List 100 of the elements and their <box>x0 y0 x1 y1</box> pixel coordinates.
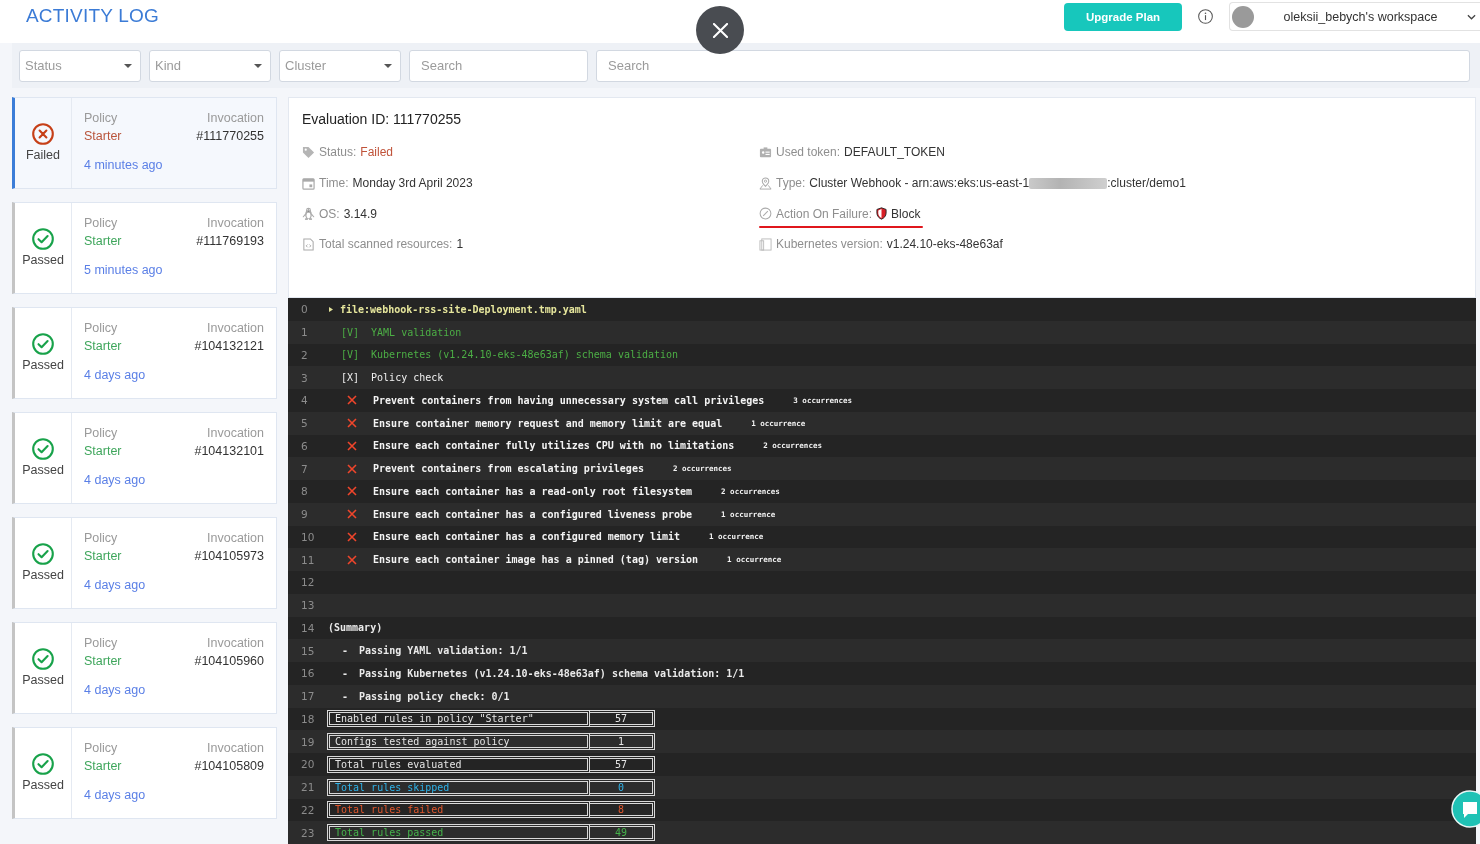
check-circle-icon <box>32 228 54 250</box>
caret-icon <box>124 63 132 68</box>
table-cell: Total rules skipped <box>327 778 590 796</box>
field-label: Kubernetes version: <box>776 237 883 252</box>
field-value: Failed <box>360 145 394 160</box>
evaluation-card[interactable]: Passed Policy Starter Invocation #104105960 4 days ago <box>12 622 277 714</box>
line-number: 8 <box>300 485 309 498</box>
info-icon[interactable] <box>1198 9 1213 24</box>
rule-name: Ensure each container fully utilizes CPU with no limitations <box>373 440 735 452</box>
field-value: DEFAULT_TOKEN <box>844 145 945 160</box>
table-cell: 57 <box>590 710 655 728</box>
caret-icon[interactable] <box>329 306 333 312</box>
time-ago: 5 minutes ago <box>84 262 164 279</box>
summary-line: Passing Kubernetes (v1.24.10-eks-48e63af) schema validation: 1/1 <box>359 667 745 679</box>
field-value: Monday 3rd April 2023 <box>352 176 473 191</box>
line-number: 9 <box>300 508 309 521</box>
rule-name: Prevent containers from having unnecessary system call privileges <box>373 394 765 406</box>
search-field[interactable]: Search <box>596 49 1470 82</box>
table-cell: 49 <box>590 824 655 842</box>
line-number: 6 <box>300 439 309 452</box>
line-number: 14 <box>300 621 316 634</box>
line-number: 17 <box>300 690 316 703</box>
evaluation-card[interactable]: Failed Policy Starter Invocation #111770255 4 minutes ago <box>12 97 277 189</box>
map-pin-icon <box>759 176 772 190</box>
check-circle-icon <box>32 438 54 460</box>
id-card-icon <box>759 145 772 159</box>
field-label: Time: <box>319 176 349 191</box>
line-number: 4 <box>300 394 309 407</box>
policy-name: Starter <box>84 548 122 565</box>
search-field[interactable]: Search <box>409 49 588 82</box>
rule-name: Ensure each container has a read-only root filesystem <box>373 485 693 497</box>
x-icon <box>347 531 357 542</box>
line-number: 11 <box>300 553 316 566</box>
dropdown-field[interactable]: Status <box>19 49 141 82</box>
policy-label: Policy <box>84 320 119 337</box>
line-number: 5 <box>300 417 309 430</box>
invocation-label: Invocation <box>206 320 264 337</box>
check-circle-icon <box>32 333 54 355</box>
field-label: Status: <box>319 145 357 160</box>
line-number: 23 <box>300 826 316 839</box>
check-result: [X] <box>341 372 360 384</box>
bullet-dash: - <box>342 645 349 657</box>
policy-name: Starter <box>84 653 122 670</box>
field-value: Block <box>891 206 921 221</box>
time-ago: 4 days ago <box>84 787 147 804</box>
policy-label: Policy <box>84 110 119 127</box>
x-icon <box>347 418 357 429</box>
status-label: Passed <box>22 568 64 583</box>
check-circle-icon <box>32 753 54 775</box>
time-ago: 4 minutes ago <box>84 157 164 174</box>
invocation-label: Invocation <box>206 740 264 757</box>
policy-label: Policy <box>84 635 119 652</box>
chevron-icon <box>1467 13 1476 20</box>
x-icon <box>347 463 357 474</box>
rule-name: Ensure each container image has a pinned (tag) version <box>373 554 699 566</box>
status-label: Passed <box>22 463 64 478</box>
field-value: 3.14.9 <box>343 206 378 221</box>
policy-name: Starter <box>84 128 122 145</box>
evaluation-card[interactable]: Passed Policy Starter Invocation #111769193 5 minutes ago <box>12 202 277 294</box>
field-value: :cluster/demo1 <box>1107 176 1186 191</box>
table-cell: 8 <box>590 801 655 819</box>
invocation-id: #111769193 <box>196 233 264 250</box>
x-icon <box>347 440 357 451</box>
line-number: 12 <box>300 576 316 589</box>
gauge-icon <box>759 207 772 221</box>
tag-icon <box>302 145 315 159</box>
line-number: 18 <box>300 712 316 725</box>
chat-bubble-icon[interactable] <box>1451 790 1480 828</box>
line-number: 0 <box>300 303 309 316</box>
check-result: [V] <box>341 349 360 361</box>
evaluation-card[interactable]: Passed Policy Starter Invocation #104105809 4 days ago <box>12 727 277 819</box>
rule-name: Prevent containers from escalating privileges <box>373 463 644 475</box>
evaluation-card[interactable]: Passed Policy Starter Invocation #104132101 4 days ago <box>12 412 277 504</box>
time-ago: 4 days ago <box>84 367 147 384</box>
workspace-dropdown[interactable]: oleksii_bebych's workspace <box>1229 2 1480 31</box>
bullet-dash: - <box>342 667 349 679</box>
time-ago: 4 days ago <box>84 472 147 489</box>
dropdown-field[interactable]: Cluster <box>279 49 401 82</box>
status-label: Passed <box>22 673 64 688</box>
evaluation-card[interactable]: Passed Policy Starter Invocation #104132121 4 days ago <box>12 307 277 399</box>
table-cell: Total rules failed <box>327 801 590 819</box>
summary-line: Passing policy check: 0/1 <box>359 690 510 702</box>
line-number: 1 <box>300 326 309 339</box>
pages-icon <box>759 237 772 251</box>
summary-line: Passing YAML validation: 1/1 <box>359 645 528 657</box>
invocation-label: Invocation <box>206 110 264 127</box>
invocation-label: Invocation <box>206 215 264 232</box>
invocation-id: #104105960 <box>194 653 264 670</box>
table-cell: 1 <box>590 733 655 751</box>
summary-heading: (Summary) <box>328 622 383 634</box>
policy-label: Policy <box>84 740 119 757</box>
table-cell: Configs tested against policy <box>327 733 590 751</box>
evaluation-card[interactable]: Passed Policy Starter Invocation #104105973 4 days ago <box>12 517 277 609</box>
invocation-label: Invocation <box>206 635 264 652</box>
table-cell: Enabled rules in policy "Starter" <box>327 710 590 728</box>
field-label: Action On Failure: <box>776 206 873 221</box>
x-icon <box>347 554 357 565</box>
line-number: 13 <box>300 599 316 612</box>
caret-icon <box>384 63 392 68</box>
dropdown-field[interactable]: Kind <box>149 49 271 82</box>
